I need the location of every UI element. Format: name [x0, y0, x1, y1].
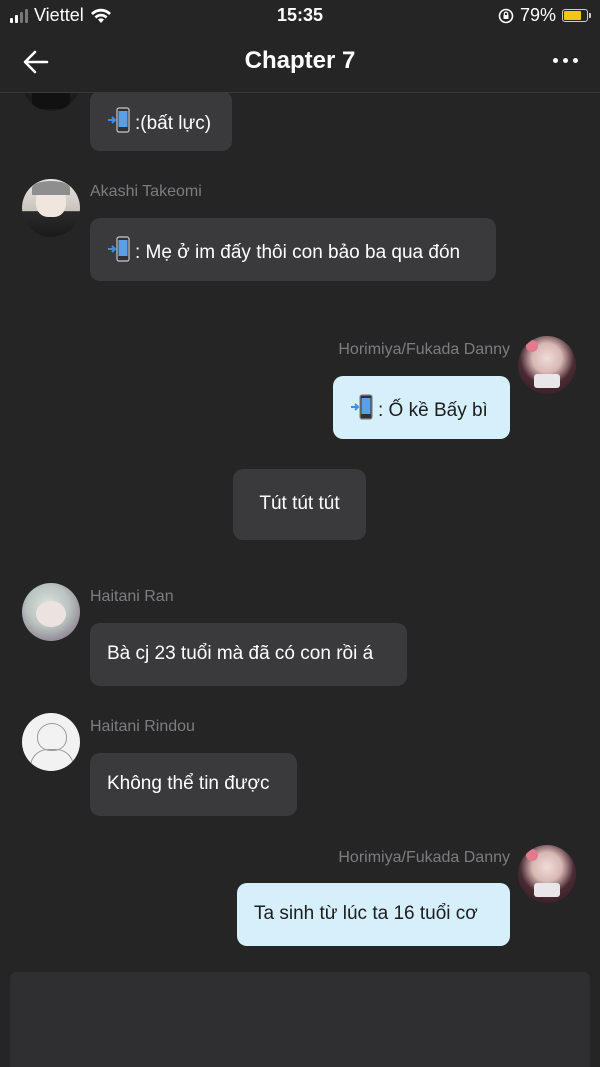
- mobile-phone-arrow-emoji-icon: [351, 394, 373, 420]
- sender-name: Haitani Rindou: [90, 718, 195, 735]
- battery-percent: 79%: [519, 5, 556, 25]
- system-message-text: Tút tút tút: [259, 493, 340, 514]
- message-bubble[interactable]: Bà cj 23 tuổi mà đã có con rồi á: [90, 623, 407, 686]
- message-text: Ta sinh từ lúc ta 16 tuổi cơ: [254, 903, 478, 924]
- status-bar: Viettel 15:35 79%: [0, 0, 600, 34]
- message-text: Không thể tin được: [107, 773, 270, 794]
- sender-name: Akashi Takeomi: [90, 183, 202, 200]
- message-bubble[interactable]: : Mẹ ở im đấy thôi con bảo ba qua đón: [90, 218, 496, 281]
- more-dots-icon: [553, 58, 558, 63]
- battery-icon: [562, 9, 591, 22]
- more-options-button[interactable]: [553, 52, 578, 69]
- sender-name: Horimiya/Fukada Danny: [338, 341, 510, 358]
- message-bubble[interactable]: Không thể tin được: [90, 753, 297, 816]
- navigation-bar: Chapter 7: [0, 34, 600, 93]
- message-text: : Ố kề Bấy bì: [378, 400, 488, 421]
- message-text: : Mẹ ở im đấy thôi con bảo ba qua đón: [135, 242, 461, 263]
- status-right: 79%: [498, 5, 591, 26]
- system-message: Tút tút tút: [233, 469, 366, 540]
- message-bubble[interactable]: :(bất lực): [90, 93, 232, 151]
- avatar[interactable]: [518, 845, 576, 903]
- battery-level-fill: [564, 11, 582, 20]
- sender-name: Horimiya/Fukada Danny: [338, 849, 510, 866]
- message-bubble[interactable]: Ta sinh từ lúc ta 16 tuổi cơ: [237, 883, 510, 946]
- sender-name: Haitani Ran: [90, 588, 174, 605]
- chat-thread[interactable]: :(bất lực) Akashi Takeomi : Mẹ ở im đấy …: [0, 93, 600, 967]
- avatar[interactable]: [22, 93, 80, 111]
- message-text: :(bất lực): [135, 113, 212, 134]
- mobile-phone-arrow-emoji-icon: [108, 107, 130, 133]
- message-input-area[interactable]: [10, 972, 590, 1067]
- message-text: Bà cj 23 tuổi mà đã có con rồi á: [107, 643, 374, 664]
- orientation-lock-icon: [498, 8, 514, 23]
- page-title: Chapter 7: [244, 47, 356, 74]
- avatar[interactable]: [22, 713, 80, 771]
- mobile-phone-arrow-emoji-icon: [108, 236, 130, 262]
- message-bubble[interactable]: : Ố kề Bấy bì: [333, 376, 510, 439]
- avatar[interactable]: [22, 179, 80, 237]
- avatar[interactable]: [22, 583, 80, 641]
- avatar[interactable]: [518, 336, 576, 394]
